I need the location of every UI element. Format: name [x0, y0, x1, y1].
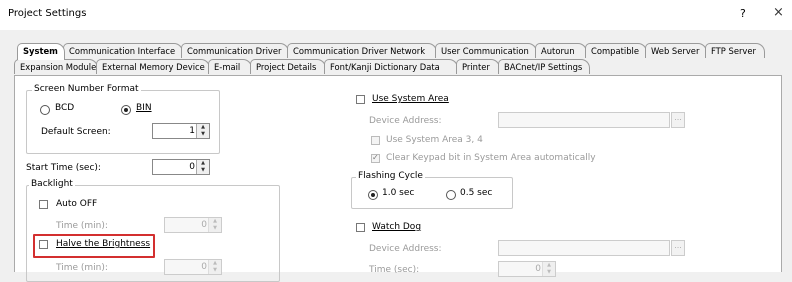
bcd-radio[interactable] [40, 105, 50, 115]
watch-dog-label: Watch Dog [372, 222, 422, 232]
tab-expansion-module[interactable]: Expansion Module [14, 59, 98, 74]
close-icon[interactable]: × [773, 5, 784, 20]
default-screen-spinner[interactable]: 1 ▲ ▼ [152, 123, 210, 139]
auto-off-checkbox[interactable] [39, 200, 48, 209]
halve-brightness-label: Halve the Brightness [56, 239, 151, 249]
clear-keypad-label: Clear Keypad bit in System Area automati… [386, 153, 596, 163]
bcd-label: BCD [55, 103, 75, 113]
spinner-arrows-icon[interactable]: ▲ ▼ [196, 124, 209, 138]
use-system-area-label: Use System Area [372, 94, 449, 104]
tab-project-details[interactable]: Project Details [250, 59, 326, 74]
watch-dog-checkbox[interactable] [356, 223, 365, 232]
tab-communication-driver[interactable]: Communication Driver [181, 43, 289, 58]
tab-system[interactable]: System [17, 43, 65, 60]
use-system-area-34-checkbox[interactable] [371, 136, 380, 145]
default-screen-label: Default Screen: [41, 127, 111, 137]
title-bar: Project Settings ? × [0, 0, 792, 30]
default-screen-value: 1 [189, 126, 195, 136]
tab-bacnet-ip-settings[interactable]: BACnet/IP Settings [498, 59, 590, 74]
watch-dog-time-label: Time (sec): [369, 265, 420, 275]
flash-0-5-radio[interactable] [446, 190, 456, 200]
watch-dog-browse-button[interactable]: ... [671, 240, 685, 256]
spinner-arrows-icon[interactable]: ▲ ▼ [542, 262, 555, 276]
watch-dog-time-spinner[interactable]: 0 ▲ ▼ [498, 261, 556, 277]
start-time-label: Start Time (sec): [26, 163, 101, 173]
flash-1-0-label: 1.0 sec [382, 188, 415, 198]
spinner-arrows-icon[interactable]: ▲ ▼ [208, 260, 221, 274]
bin-radio[interactable] [121, 105, 131, 115]
system-tab-panel: Screen Number Format BCD BIN Default Scr… [14, 75, 782, 282]
auto-off-label: Auto OFF [56, 199, 98, 209]
tab-autorun[interactable]: Autorun [535, 43, 587, 58]
device-address-label: Device Address: [369, 116, 442, 126]
tab-compatible[interactable]: Compatible [585, 43, 647, 58]
spinner-arrows-icon[interactable]: ▲ ▼ [196, 160, 209, 174]
tab-font-kanji-dictionary-data[interactable]: Font/Kanji Dictionary Data [324, 59, 458, 74]
use-system-area-34-label: Use System Area 3, 4 [386, 135, 483, 145]
start-time-value: 0 [189, 162, 195, 172]
start-time-spinner[interactable]: 0 ▲ ▼ [152, 159, 210, 175]
backlight-legend: Backlight [29, 179, 75, 189]
tab-communication-driver-network[interactable]: Communication Driver Network [287, 43, 437, 58]
spinner-arrows-icon[interactable]: ▲ ▼ [208, 218, 221, 232]
tab-communication-interface[interactable]: Communication Interface [63, 43, 183, 58]
time-min-spinner[interactable]: 0 ▲ ▼ [164, 217, 222, 233]
time-min-label: Time (min): [56, 221, 108, 231]
tab-ftp-server[interactable]: FTP Server [705, 43, 765, 58]
window-title: Project Settings [8, 8, 87, 19]
tab-email[interactable]: E-mail [208, 59, 252, 74]
bin-label: BIN [136, 103, 152, 113]
flashing-cycle-legend: Flashing Cycle [356, 171, 425, 181]
time-min-label-2: Time (min): [56, 263, 108, 273]
tab-printer[interactable]: Printer [456, 59, 500, 74]
screen-number-format-legend: Screen Number Format [32, 84, 141, 94]
tab-external-memory-device[interactable]: External Memory Device [96, 59, 210, 74]
halve-brightness-checkbox[interactable] [39, 240, 48, 249]
tab-web-server[interactable]: Web Server [645, 43, 707, 58]
time-min-spinner-2[interactable]: 0 ▲ ▼ [164, 259, 222, 275]
clear-keypad-checkbox[interactable] [371, 153, 380, 163]
watch-dog-device-address-input[interactable] [498, 240, 670, 256]
screen-number-format-group [26, 90, 220, 154]
flash-0-5-label: 0.5 sec [460, 188, 493, 198]
watch-dog-time-value: 0 [535, 264, 541, 274]
help-icon[interactable]: ? [740, 7, 746, 20]
device-address-input[interactable] [498, 112, 670, 128]
use-system-area-checkbox[interactable] [356, 95, 365, 104]
browse-button[interactable]: ... [671, 112, 685, 128]
tab-user-communication[interactable]: User Communication [435, 43, 537, 58]
watch-dog-device-address-label: Device Address: [369, 244, 442, 254]
flash-1-0-radio[interactable] [368, 190, 378, 200]
time-min-value: 0 [201, 220, 207, 230]
